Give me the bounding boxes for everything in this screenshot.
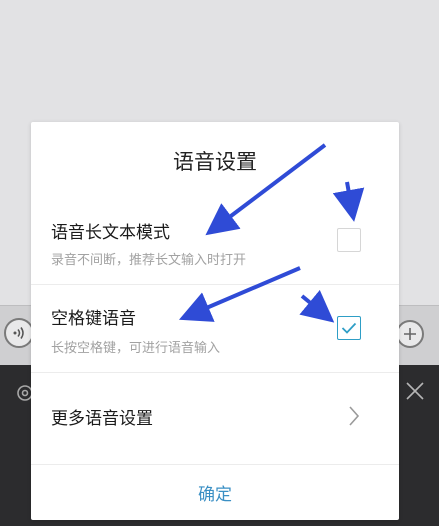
divider xyxy=(31,284,399,285)
dialog-title: 语音设置 xyxy=(173,150,257,174)
space-key-voice-label: 空格键语音 xyxy=(51,309,136,329)
space-key-voice-description: 长按空格键，可进行语音输入 xyxy=(51,341,221,356)
close-icon[interactable] xyxy=(404,380,426,402)
divider xyxy=(31,372,399,373)
plus-icon[interactable] xyxy=(396,320,424,348)
long-text-mode-label: 语音长文本模式 xyxy=(51,223,170,243)
more-voice-settings-item[interactable]: 更多语音设置 xyxy=(51,404,153,429)
confirm-button[interactable]: 确定 xyxy=(31,465,399,520)
voice-settings-dialog: 语音设置 语音长文本模式 录音不间断，推荐长文输入时打开 空格键语音 长按空格键… xyxy=(31,122,399,520)
chevron-right-icon[interactable] xyxy=(347,404,361,428)
long-text-mode-checkbox[interactable] xyxy=(337,228,361,252)
voice-wave-icon[interactable] xyxy=(4,318,34,348)
long-text-mode-description: 录音不间断，推荐长文输入时打开 xyxy=(51,253,247,268)
checkmark-icon xyxy=(341,322,357,334)
space-key-voice-checkbox[interactable] xyxy=(337,316,361,340)
screen: 语音设置 语音长文本模式 录音不间断，推荐长文输入时打开 空格键语音 长按空格键… xyxy=(0,0,439,526)
